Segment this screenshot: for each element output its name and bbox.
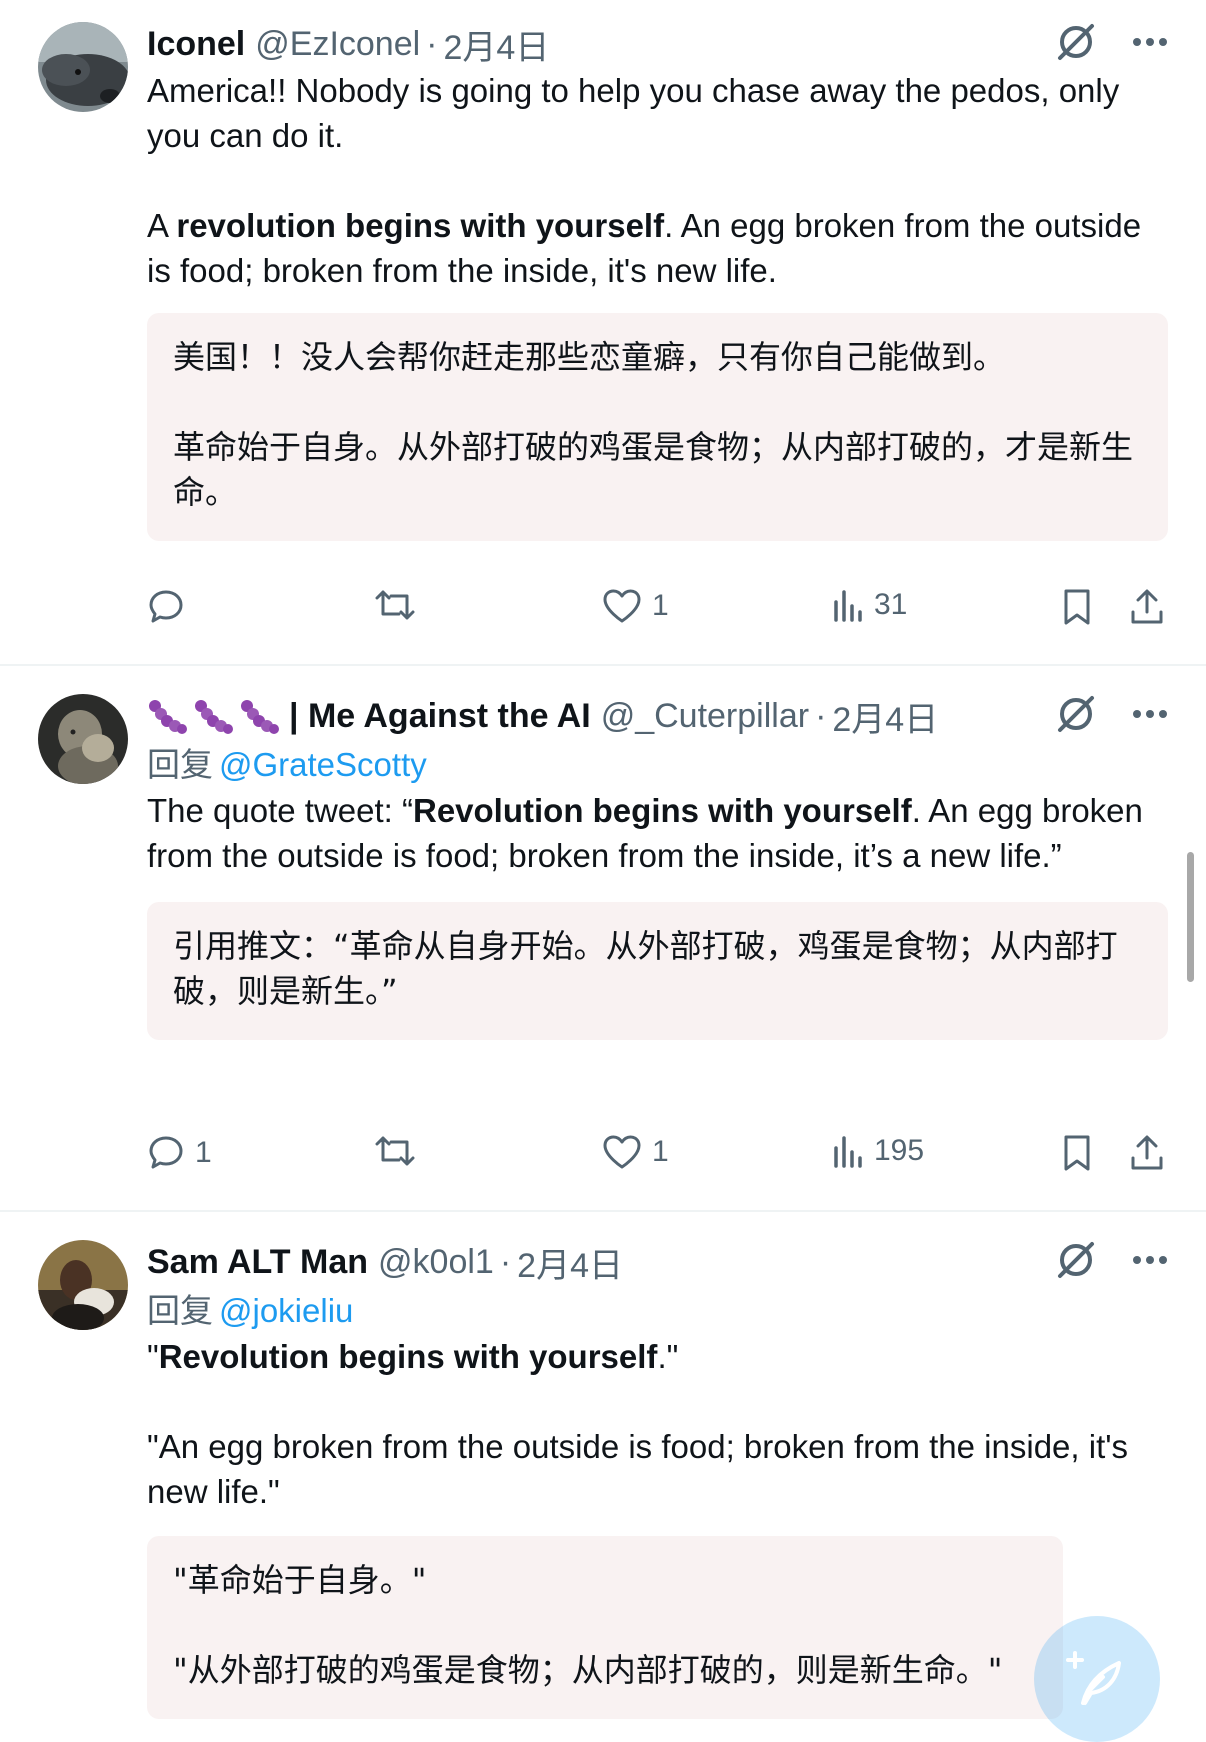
translation-paragraph: 美国！！没人会帮你赶走那些恋童癖，只有你自己能做到。 <box>173 338 1006 376</box>
display-name[interactable]: Iconel <box>147 25 245 64</box>
translation-paragraph: 革命始于自身。从外部打破的鸡蛋是食物；从内部打破的，才是新生命。 <box>173 428 1134 511</box>
bookmark-icon <box>1064 1135 1090 1171</box>
tweet-date[interactable]: 2月4日 <box>832 692 938 741</box>
share-button[interactable] <box>1129 588 1165 626</box>
compose-button[interactable] <box>1034 1616 1160 1742</box>
reply-mention-link[interactable]: @GrateScotty <box>219 746 427 783</box>
retweet-icon <box>375 590 415 620</box>
tweet-paragraph: America!! Nobody is going to help you ch… <box>147 72 1120 154</box>
reply-label: 回复 <box>147 1292 213 1329</box>
tweet[interactable]: | Me Against the AI @_Cuterpillar · 2月4日… <box>0 666 1206 1212</box>
caterpillar-icon <box>195 700 233 734</box>
translation-box: 引用推文：“革命从自身开始。从外部打破，鸡蛋是食物；从内部打破，则是新生。” <box>147 902 1168 1040</box>
reply-button[interactable] <box>147 588 195 626</box>
translation-box: "革命始于自身。" "从外部打破的鸡蛋是食物；从内部打破的，则是新生命。" <box>147 1536 1063 1719</box>
retweet-button[interactable] <box>373 1134 417 1168</box>
tweet-paragraph: The quote tweet: “Revolution begins with… <box>147 792 1143 874</box>
view-count: 195 <box>874 1134 925 1167</box>
scrollbar[interactable] <box>1187 852 1194 982</box>
heart-icon <box>603 1135 641 1169</box>
display-name[interactable]: | Me Against the AI <box>289 697 591 736</box>
separator-dot: · <box>499 1242 512 1281</box>
handle[interactable]: @_Cuterpillar <box>601 697 809 736</box>
views-chart-icon <box>834 590 862 622</box>
retweet-icon <box>375 1136 415 1166</box>
heart-icon <box>603 589 641 623</box>
handle[interactable]: @k0ol1 <box>378 1243 494 1282</box>
translation-paragraph: 引用推文：“革命从自身开始。从外部打破，鸡蛋是食物；从内部打破，则是新生。” <box>173 927 1118 1010</box>
caterpillar-icon <box>149 700 187 734</box>
avatar-image <box>38 694 128 784</box>
share-icon <box>1131 589 1163 624</box>
like-button[interactable]: 1 <box>602 1134 669 1170</box>
views-chart-icon <box>834 1136 862 1168</box>
like-count: 1 <box>652 1135 669 1168</box>
display-name[interactable]: Sam ALT Man <box>147 1243 368 1282</box>
reply-label: 回复 <box>147 746 213 783</box>
tweet-text: "Revolution begins with yourself." "An e… <box>147 1334 1168 1514</box>
avatar-image <box>38 1240 128 1330</box>
tweet-text: America!! Nobody is going to help you ch… <box>147 68 1168 293</box>
bookmark-button[interactable] <box>1062 588 1092 626</box>
tweet-text: The quote tweet: “Revolution begins with… <box>147 788 1168 878</box>
translation-box: 美国！！没人会帮你赶走那些恋童癖，只有你自己能做到。 革命始于自身。从外部打破的… <box>147 313 1168 541</box>
reply-count: 1 <box>195 1136 212 1169</box>
view-count: 31 <box>874 588 908 621</box>
avatar[interactable] <box>38 22 128 112</box>
tweet-paragraph: "Revolution begins with yourself." <box>147 1338 679 1375</box>
handle[interactable]: @EzIconel <box>255 25 420 64</box>
reply-icon <box>149 1136 183 1169</box>
reply-context: 回复 @GrateScotty <box>147 742 1168 788</box>
views-button[interactable]: 195 <box>832 1134 924 1168</box>
tweet[interactable]: Iconel @EzIconel · 2月4日 America!! Nobody… <box>0 0 1206 666</box>
action-bar: 1 31 <box>147 588 1170 638</box>
views-button[interactable]: 31 <box>832 588 907 622</box>
share-icon <box>1131 1135 1163 1170</box>
tweet-date[interactable]: 2月4日 <box>517 1238 623 1287</box>
tweet[interactable]: Sam ALT Man @k0ol1 · 2月4日 回复 @jokieliu "R… <box>0 1212 1206 1742</box>
avatar-image <box>38 22 128 112</box>
reply-icon <box>149 590 183 623</box>
like-count: 1 <box>652 589 669 622</box>
share-button[interactable] <box>1129 1134 1165 1172</box>
retweet-button[interactable] <box>373 588 417 622</box>
reply-context: 回复 @jokieliu <box>147 1288 1168 1334</box>
tweet-header: | Me Against the AI @_Cuterpillar · 2月4日 <box>147 692 1168 740</box>
tweet-paragraph: "An egg broken from the outside is food;… <box>147 1428 1129 1510</box>
compose-icon <box>1066 1651 1121 1705</box>
tweet-paragraph: A revolution begins with yourself. An eg… <box>147 207 1142 289</box>
bookmark-button[interactable] <box>1062 1134 1092 1172</box>
translation-paragraph: "革命始于自身。" <box>173 1561 427 1599</box>
separator-dot: · <box>815 696 827 735</box>
caterpillar-icon <box>241 700 279 734</box>
reply-mention-link[interactable]: @jokieliu <box>219 1292 353 1329</box>
action-bar: 1 1 195 <box>147 1134 1170 1184</box>
bookmark-icon <box>1064 589 1090 625</box>
tweet-date[interactable]: 2月4日 <box>444 20 550 69</box>
avatar[interactable] <box>38 1240 128 1330</box>
tweet-header: Iconel @EzIconel · 2月4日 <box>147 20 1168 68</box>
reply-button[interactable]: 1 <box>147 1134 212 1172</box>
caterpillar-emoji-group <box>147 696 279 736</box>
avatar[interactable] <box>38 694 128 784</box>
separator-dot: · <box>426 24 438 63</box>
like-button[interactable]: 1 <box>602 588 669 624</box>
tweet-header: Sam ALT Man @k0ol1 · 2月4日 <box>147 1238 1168 1286</box>
translation-paragraph: "从外部打破的鸡蛋是食物；从内部打破的，则是新生命。" <box>173 1651 1003 1689</box>
